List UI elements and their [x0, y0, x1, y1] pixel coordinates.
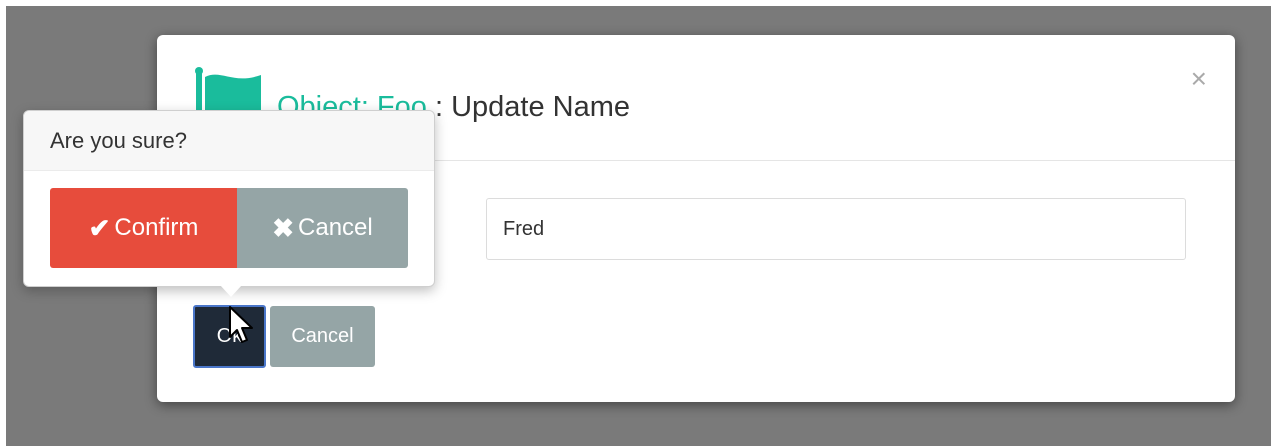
popover-cancel-label: Cancel — [298, 214, 373, 241]
close-button[interactable]: × — [1191, 65, 1207, 93]
title-action: Update Name — [451, 91, 631, 123]
name-input[interactable] — [486, 198, 1186, 260]
popover-title: Are you sure? — [24, 111, 434, 171]
check-icon: ✔ — [88, 212, 111, 243]
cancel-button[interactable]: Cancel — [270, 306, 375, 367]
x-icon: ✖ — [272, 212, 295, 243]
popover-cancel-button[interactable]: ✖ Cancel — [237, 188, 408, 268]
popover-arrow — [220, 285, 242, 297]
confirm-label: Confirm — [114, 214, 199, 241]
confirm-button[interactable]: ✔ Confirm — [50, 188, 237, 268]
confirm-popover: Are you sure? ✔ Confirm ✖ Cancel — [23, 110, 435, 297]
mouse-cursor-icon — [229, 306, 253, 343]
